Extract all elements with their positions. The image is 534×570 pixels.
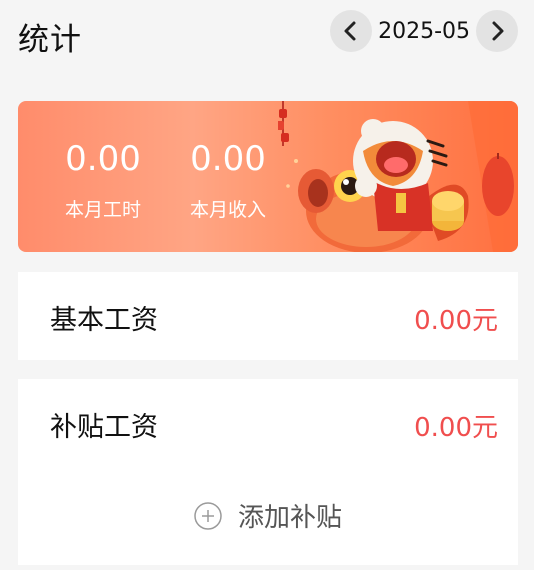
app-header: 统计 2025-05 — [0, 0, 534, 70]
firecracker-decoration — [278, 101, 289, 146]
tiger-koi-illustration — [278, 101, 518, 252]
month-navigator: 2025-05 — [330, 10, 518, 52]
plus-circle-icon — [194, 501, 222, 530]
next-month-button[interactable] — [476, 10, 518, 52]
allowance-wage-label: 补贴工资 — [50, 412, 158, 443]
monthly-hours-label: 本月工时 — [64, 199, 141, 221]
add-allowance-label: 添加补贴 — [237, 503, 342, 533]
allowance-wage-card: 补贴工资 0.00元 添加补贴 — [18, 379, 518, 565]
monthly-income-label: 本月收入 — [189, 199, 266, 221]
basic-wage-card[interactable]: 基本工资 0.00元 — [18, 272, 518, 360]
monthly-income-value: 0.00 — [190, 139, 266, 179]
basic-wage-label: 基本工资 — [50, 305, 158, 336]
page-title: 统计 — [18, 22, 82, 58]
previous-month-button[interactable] — [330, 10, 373, 52]
monthly-summary-banner: 0.00 本月工时 0.00 本月收入 — [18, 101, 518, 252]
allowance-wage-value: 0.00元 — [414, 413, 498, 443]
basic-wage-value: 0.00元 — [414, 306, 498, 336]
monthly-hours-value: 0.00 — [65, 139, 141, 179]
chevron-right-icon — [492, 21, 504, 41]
chevron-left-icon — [344, 21, 356, 41]
current-month[interactable]: 2025-05 — [378, 19, 470, 44]
add-allowance-button[interactable]: 添加补贴 — [18, 497, 518, 534]
